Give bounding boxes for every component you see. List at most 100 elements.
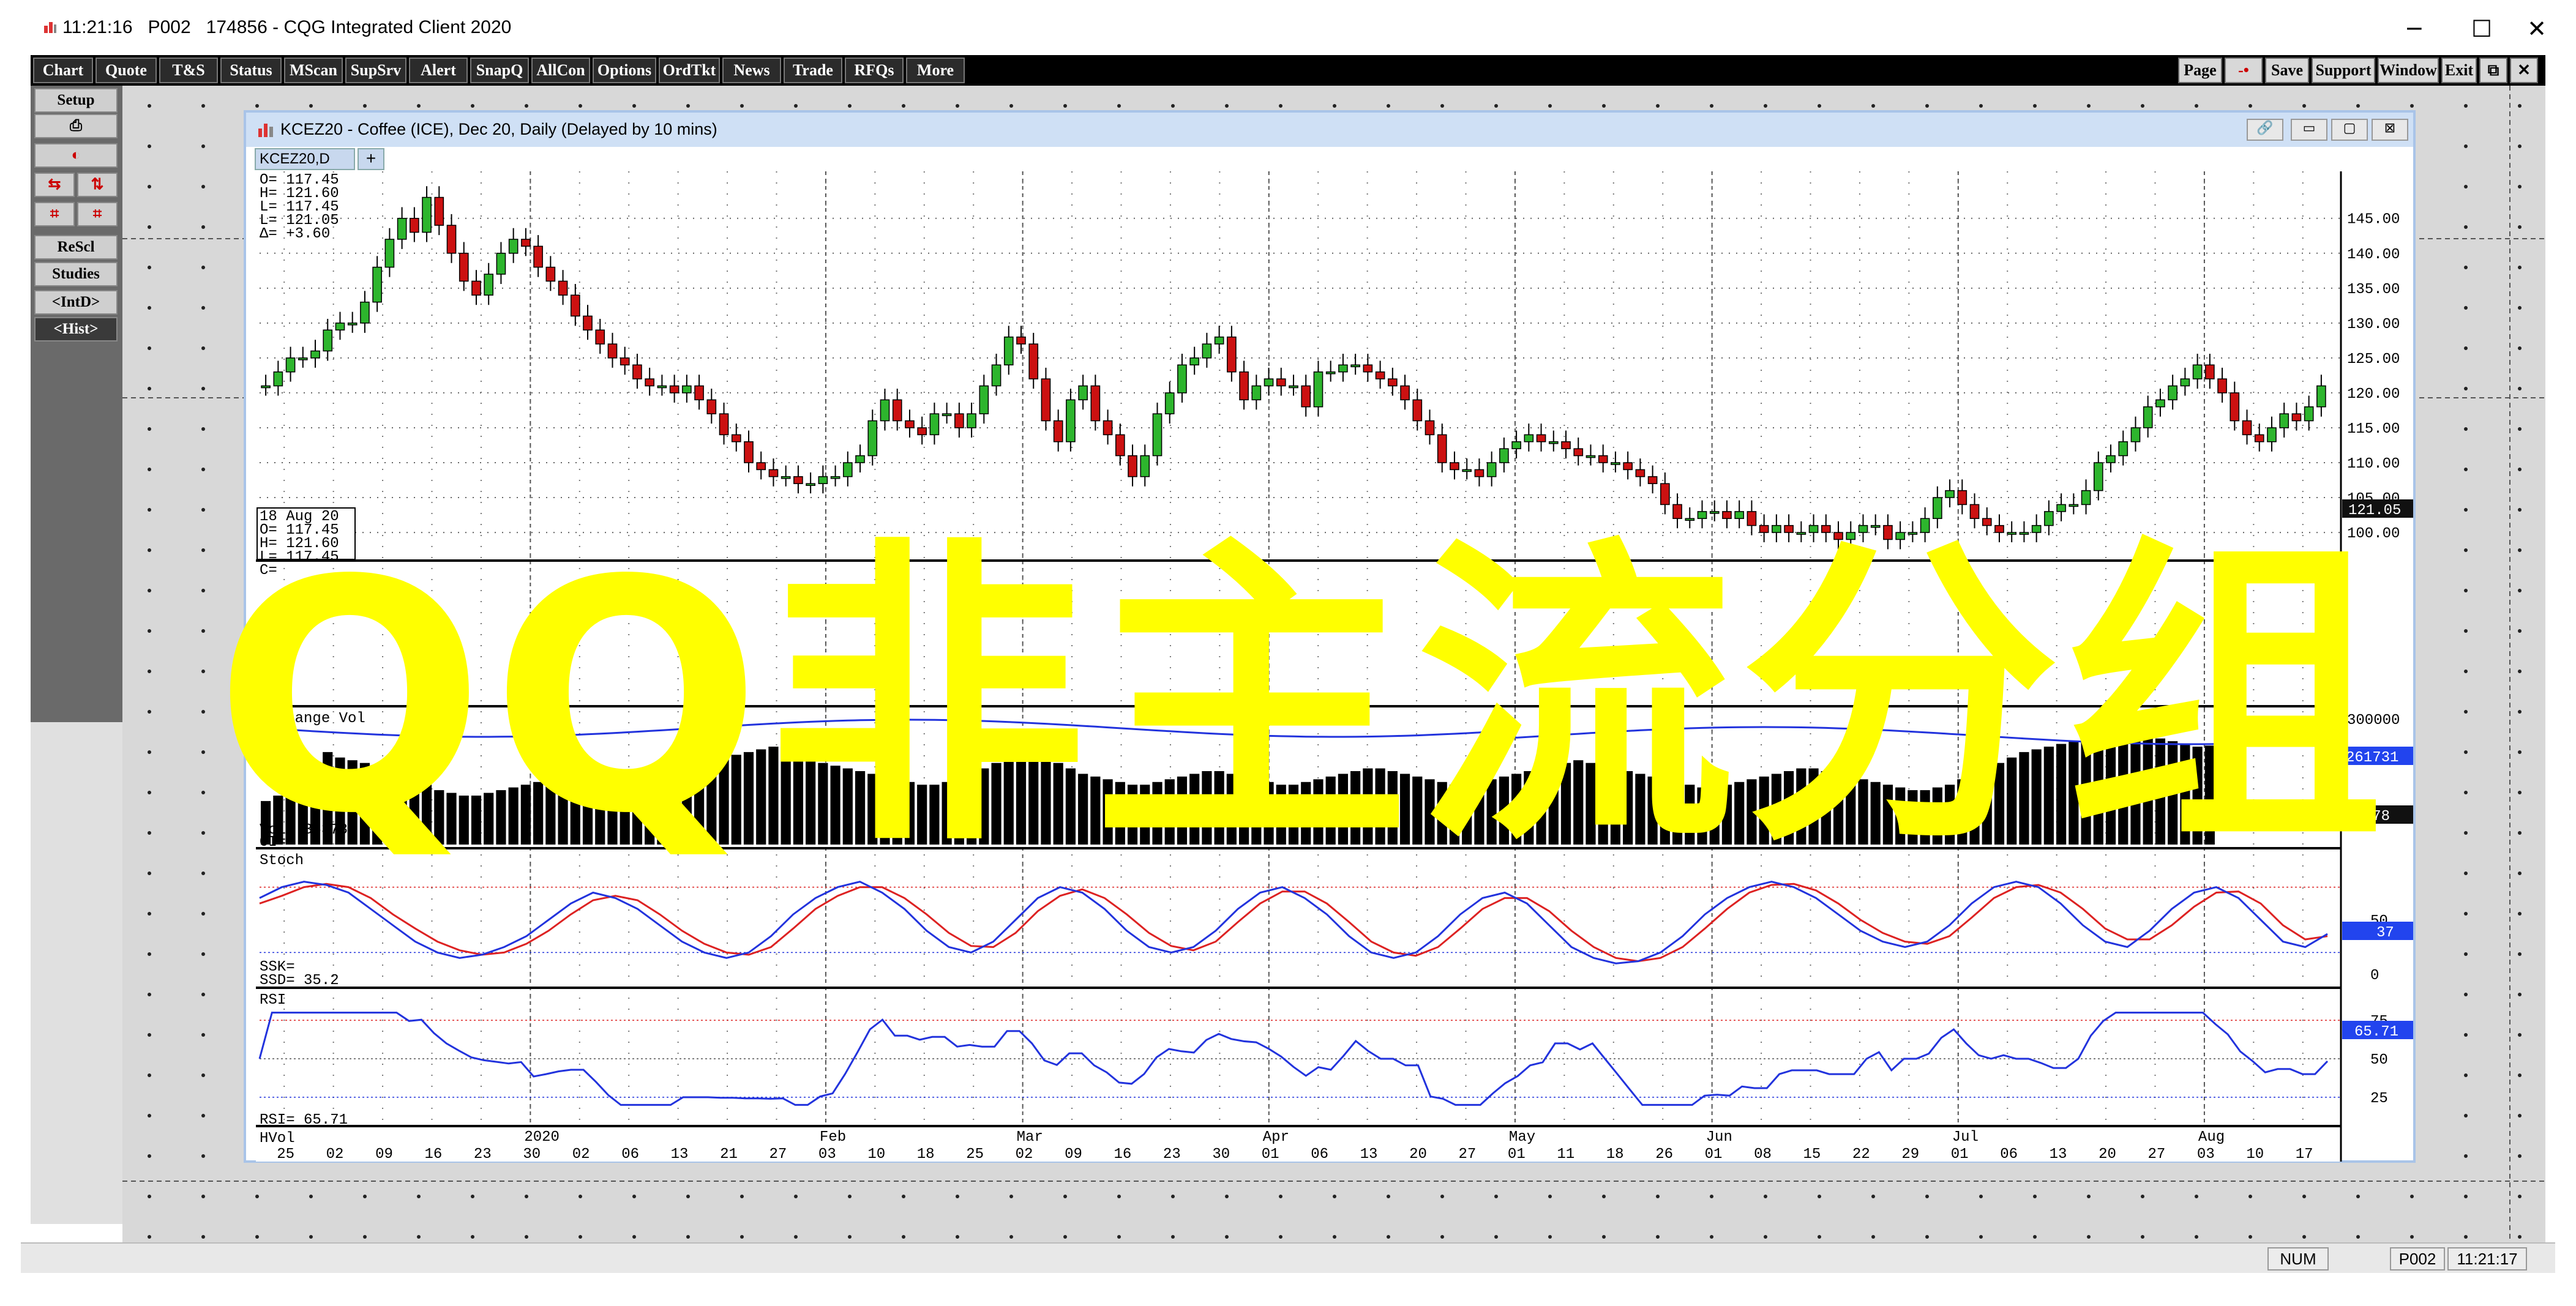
candle-body (892, 399, 902, 422)
candle-body (1115, 434, 1125, 457)
menu-save[interactable]: Save (2265, 58, 2309, 83)
restore-icon[interactable]: ⧉ (2479, 58, 2507, 83)
candle-body (806, 483, 815, 486)
setup-button[interactable]: Setup (34, 88, 118, 113)
num-lock-indicator: NUM (2267, 1247, 2329, 1271)
menu-quote[interactable]: Quote (95, 58, 157, 83)
maximize-button[interactable]: ☐ (2463, 13, 2500, 44)
candle-body (1647, 476, 1658, 484)
stoch-badge: 37 (2342, 922, 2413, 941)
time-tick-label: 23 (1163, 1146, 1181, 1162)
intd-button[interactable]: <IntD> (34, 290, 118, 315)
candle-body (1957, 490, 1968, 506)
candle-body (2267, 427, 2277, 442)
svg-text:Δ= +3.60: Δ= +3.60 (260, 226, 330, 242)
menu-alert[interactable]: Alert (409, 58, 468, 83)
time-tick-label: 13 (2050, 1146, 2067, 1162)
candle-body (1103, 420, 1113, 436)
link-arrow-icon[interactable]: -• (2225, 58, 2263, 83)
time-tick-label: 18 (1606, 1146, 1624, 1162)
candle-body (620, 357, 630, 366)
rsi-readout: RSI= 65.71 (260, 1112, 348, 1129)
menu-page[interactable]: Page (2178, 58, 2222, 83)
candle-body (261, 385, 271, 389)
candle-body (967, 413, 976, 428)
menu-trade[interactable]: Trade (784, 58, 842, 83)
candle-body (1227, 336, 1237, 373)
menu-news[interactable]: News (722, 58, 781, 83)
time-tick-label: 23 (474, 1146, 492, 1162)
candle-body (298, 357, 308, 360)
cursor-left-icon[interactable]: ⇆ (34, 173, 75, 197)
menu-options[interactable]: Options (593, 58, 656, 83)
time-tick-label: 11 (1557, 1146, 1574, 1162)
candle-body (830, 476, 841, 479)
watermark-text: QQ非主流分组 (214, 512, 2391, 883)
menu-rfqs[interactable]: RFQs (845, 58, 904, 83)
menu-chart[interactable]: Chart (33, 58, 93, 83)
menu-supsrv[interactable]: SupSrv (345, 58, 406, 83)
candle-body (1611, 462, 1620, 465)
hvol-label: HVol (260, 1130, 295, 1147)
candle-body (2093, 462, 2103, 491)
rescale-button[interactable]: ReScl (34, 235, 118, 259)
chart-tab[interactable]: KCEZ20,D (255, 148, 355, 170)
studies-button[interactable]: Studies (34, 262, 118, 286)
time-tick-label: 10 (2246, 1146, 2264, 1162)
menu-ts[interactable]: T&S (159, 58, 218, 83)
candle-body (2230, 392, 2240, 422)
grid-icon[interactable]: ⌗ (77, 202, 118, 226)
hist-button[interactable]: <Hist> (34, 317, 118, 341)
candle-body (2180, 378, 2190, 387)
menu-window[interactable]: Window (2378, 58, 2439, 83)
chart-minimize-button[interactable]: ▭ (2291, 119, 2327, 141)
menu-ordtkt[interactable]: OrdTkt (659, 58, 720, 83)
close-button[interactable]: ✕ (2518, 13, 2555, 44)
candle-body (1561, 441, 1571, 449)
menu-support[interactable]: Support (2312, 58, 2375, 83)
minimize-button[interactable]: ─ (2396, 13, 2433, 44)
menu-more[interactable]: More (906, 58, 965, 83)
time-tick-label: 02 (1016, 1146, 1033, 1162)
candle-body (657, 385, 667, 389)
candle-body (422, 196, 432, 233)
cursor-right-icon[interactable]: ⇅ (77, 173, 118, 197)
crosshair-icon[interactable]: ⌗ (34, 202, 75, 226)
candle-body (2304, 406, 2314, 422)
candle-body (669, 385, 680, 394)
chart-type-icon[interactable]: ◐ (34, 143, 118, 168)
chart-maximize-button[interactable]: ▢ (2331, 119, 2368, 141)
candle-body (1462, 469, 1472, 472)
menu-mscan[interactable]: MScan (284, 58, 343, 83)
candle-body (508, 239, 519, 254)
candle-body (446, 225, 457, 254)
time-tick-label: 06 (2000, 1146, 2018, 1162)
candle-body (1450, 462, 1459, 471)
price-tick-label: 120.00 (2347, 386, 2400, 403)
candle-body (2192, 364, 2203, 379)
candle-body (1486, 462, 1497, 477)
time-tick-label: 26 (1655, 1146, 1673, 1162)
menu-allcon[interactable]: AllCon (531, 58, 590, 83)
menu-status[interactable]: Status (220, 58, 282, 83)
candle-body (360, 301, 370, 324)
menu-snapq[interactable]: SnapQ (470, 58, 529, 83)
candle-body (1028, 343, 1039, 379)
time-tick-label: 18 (917, 1146, 935, 1162)
candle-body (595, 329, 605, 345)
link-icon[interactable]: 🔗 (2247, 119, 2283, 141)
menu-exit[interactable]: Exit (2441, 58, 2477, 83)
candle-body (793, 476, 803, 484)
candle-body (842, 462, 853, 477)
chart-close-button[interactable]: ⊠ (2372, 119, 2408, 141)
candle-body (1598, 455, 1608, 463)
candle-body (1511, 441, 1521, 449)
candle-body (1363, 364, 1373, 373)
candle-body (1586, 455, 1596, 458)
candle-body (929, 413, 940, 436)
candle-body (335, 323, 345, 331)
print-icon[interactable]: ⎙ (34, 114, 118, 138)
candle-body (954, 413, 964, 428)
close-small-icon[interactable]: ✕ (2510, 58, 2538, 83)
add-tab-button[interactable]: + (358, 148, 384, 170)
